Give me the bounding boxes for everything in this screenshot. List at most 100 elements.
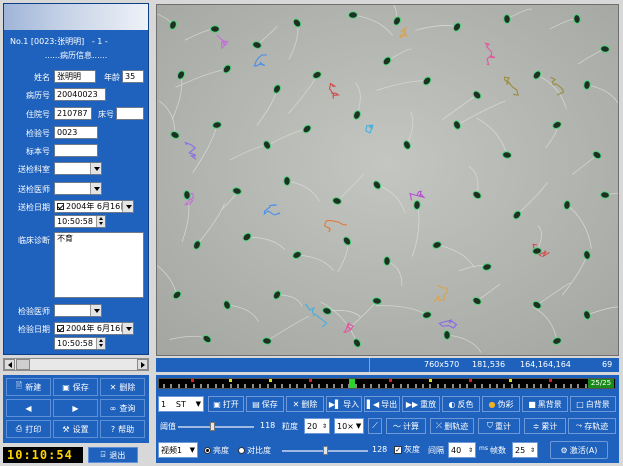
save-record-button[interactable]: ▣ 保存	[53, 378, 98, 396]
video-source-select[interactable]: 视频1 ▼	[158, 442, 198, 458]
bed-no-field[interactable]	[116, 107, 144, 120]
spinner-icon[interactable]	[96, 338, 105, 349]
chevron-down-icon[interactable]: ▼	[190, 446, 195, 454]
timeline-position[interactable]	[349, 379, 355, 388]
save-image-button[interactable]: ▤ 保存	[246, 396, 284, 412]
timeline-tick	[399, 384, 402, 388]
exam-doctor-select[interactable]	[54, 304, 102, 317]
chevron-down-icon[interactable]: ▼	[356, 422, 361, 430]
spinner-icon[interactable]: ⇕	[468, 447, 473, 454]
help-button[interactable]: ? 帮助	[100, 420, 145, 438]
exam-date-value: 2004年 6月16日	[66, 324, 129, 333]
delete-record-button[interactable]: ✕ 删除	[100, 378, 145, 396]
exam-date-picker[interactable]: 2004年 6月16日	[54, 322, 134, 335]
record-actions-grid: 🖹 新建 ▣ 保存 ✕ 删除 ◀ ▶ ∞ 查询 ⎙ 打印 ⚒ 设置 ? 帮助	[3, 375, 149, 443]
chevron-down-icon[interactable]	[122, 323, 133, 334]
sperm-head	[210, 25, 220, 33]
spinner-icon[interactable]	[96, 216, 105, 227]
black-background-button[interactable]: ■ 黑背景	[522, 396, 568, 412]
exit-button[interactable]: ⍈ 退出	[88, 447, 138, 463]
save-track-button[interactable]: ⤳ 存轨迹	[568, 418, 616, 434]
black-square-icon: ■	[528, 399, 536, 409]
radio-unselected-icon[interactable]	[238, 447, 245, 454]
clear-track-button[interactable]: ⤫ 删轨迹	[430, 418, 474, 434]
clear-track-label: 删轨迹	[444, 421, 469, 431]
gray-checkbox[interactable]: ✓ 灰度	[394, 444, 420, 455]
chevron-down-icon[interactable]	[90, 163, 101, 174]
checkbox-icon[interactable]: ✓	[394, 445, 402, 454]
measure-button[interactable]: ⟋	[368, 418, 382, 434]
chevron-down-icon[interactable]	[122, 201, 133, 212]
exam-no-field[interactable]: 0023	[54, 126, 98, 139]
send-time-field[interactable]: 10:50:58	[54, 215, 106, 228]
next-record-button[interactable]: ▶	[53, 399, 98, 417]
zoom-select[interactable]: 10× ▼	[334, 418, 364, 434]
contrast-label: 对比度	[247, 446, 271, 455]
white-background-button[interactable]: □ 白背景	[570, 396, 616, 412]
frame-select[interactable]: 1 ST ▼	[158, 396, 204, 412]
pseudo-color-button[interactable]: ● 伪彩	[482, 396, 520, 412]
delete-image-button[interactable]: ✕ 删除	[286, 396, 324, 412]
chevron-down-icon[interactable]	[90, 305, 101, 316]
timeline-tick	[355, 384, 358, 388]
interval-spinner[interactable]: 40 ⇕	[448, 442, 476, 458]
delete-image-label: 删除	[301, 399, 318, 409]
accumulate-button[interactable]: ≑ 累计	[524, 418, 566, 434]
scroll-right-icon[interactable]	[137, 359, 148, 370]
bed-no-label: 床号	[98, 110, 114, 119]
delete-label: 删除	[119, 382, 136, 392]
brightness-slider[interactable]	[282, 446, 368, 455]
previous-record-button[interactable]: ◀	[6, 399, 51, 417]
chevron-down-icon[interactable]	[90, 183, 101, 194]
chevron-down-icon[interactable]: ▼	[196, 400, 201, 408]
send-date-picker[interactable]: 2004年 6月16日	[54, 200, 134, 213]
brightness-slider-knob[interactable]	[323, 446, 328, 455]
checkbox-icon[interactable]	[57, 325, 64, 332]
specimen-no-field[interactable]	[54, 144, 98, 157]
timeline-tick	[296, 384, 299, 388]
radio-selected-icon[interactable]	[204, 447, 211, 454]
replay-button[interactable]: ▶▶ 重放	[402, 396, 440, 412]
settings-button[interactable]: ⚒ 设置	[53, 420, 98, 438]
scroll-left-icon[interactable]	[4, 359, 15, 370]
timeline-tick	[318, 384, 321, 388]
doctor-select[interactable]	[54, 182, 102, 195]
frame-number: 1	[161, 399, 167, 409]
recount-button[interactable]: ⛉ 重计	[478, 418, 520, 434]
exam-no-label: 检验号	[26, 129, 50, 138]
calculate-button[interactable]: 〜计算	[386, 418, 426, 434]
print-button[interactable]: ⎙ 打印	[6, 420, 51, 438]
new-label: 新建	[25, 382, 42, 392]
brightness-radio[interactable]: 亮度	[204, 445, 229, 456]
age-field[interactable]: 35	[122, 70, 144, 83]
threshold-slider[interactable]	[178, 422, 254, 431]
activate-button[interactable]: ⚙ 激活(A)	[550, 441, 608, 459]
export-button[interactable]: ▌◀ 导出	[364, 396, 400, 412]
spinner-icon[interactable]: ⇕	[322, 423, 327, 430]
scroll-thumb[interactable]	[16, 359, 30, 370]
open-button[interactable]: ▣ 打开	[208, 396, 244, 412]
granularity-spinner[interactable]: 20 ⇕	[304, 418, 330, 434]
microscope-video-view[interactable]	[156, 4, 619, 356]
frames-spinner[interactable]: 25 ⇕	[512, 442, 538, 458]
contrast-radio[interactable]: 对比度	[238, 445, 271, 456]
diagnosis-textarea[interactable]: 不育	[54, 232, 144, 298]
horizontal-scrollbar[interactable]	[3, 358, 149, 371]
spinner-icon[interactable]: ⇕	[530, 447, 535, 454]
threshold-slider-knob[interactable]	[210, 422, 216, 431]
exam-time-field[interactable]: 10:50:58	[54, 337, 106, 350]
timeline-marker	[229, 379, 232, 382]
record-no-field[interactable]: 20040023	[54, 88, 106, 101]
invert-button[interactable]: ◐ 反色	[442, 396, 480, 412]
frame-timeline[interactable]: 25/25	[158, 378, 616, 389]
help-label: 帮助	[118, 424, 135, 434]
checkbox-icon[interactable]	[57, 203, 64, 210]
query-button[interactable]: ∞ 查询	[100, 399, 145, 417]
record-no-label: 病历号	[26, 91, 50, 100]
new-button[interactable]: 🖹 新建	[6, 378, 51, 396]
dept-select[interactable]	[54, 162, 102, 175]
timeline-tick	[570, 384, 572, 388]
pixel-value-text: 69	[602, 360, 613, 369]
save-track-label: 存轨迹	[584, 421, 609, 431]
import-button[interactable]: ▶▌ 导入	[326, 396, 362, 412]
